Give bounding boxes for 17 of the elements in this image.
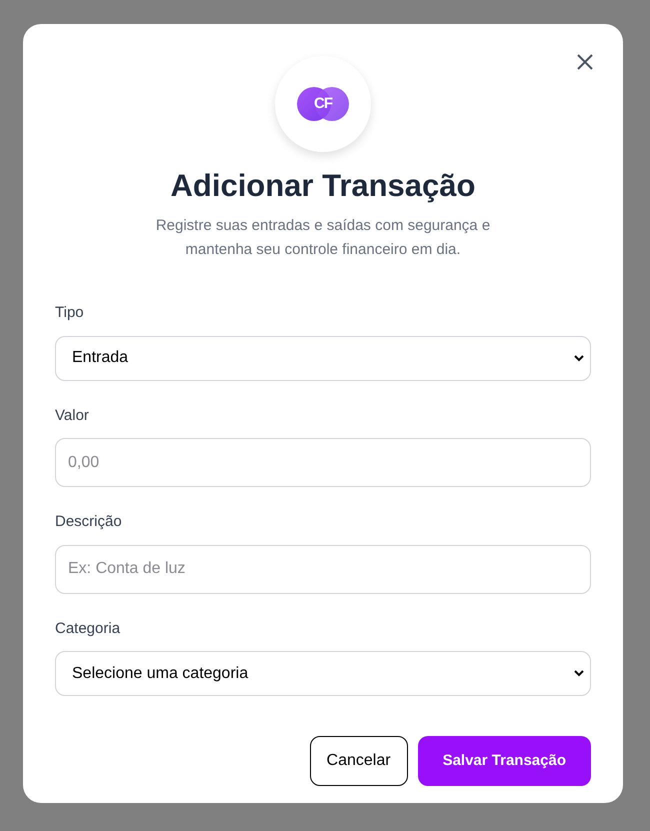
logo-drawing xyxy=(296,86,350,122)
save-button[interactable]: Salvar Transação xyxy=(418,736,591,786)
field-label: Categoria xyxy=(55,618,120,638)
field-label: Tipo xyxy=(55,303,84,323)
input-field[interactable]: 0,00 xyxy=(55,438,591,487)
select-field[interactable]: Entrada xyxy=(55,336,591,380)
dialog-subtitle: Registre suas entradas e saídas com segurança e mantenha seu controle financeiro em dia. xyxy=(154,216,492,260)
dialog-title: Adicionar Transação xyxy=(170,167,476,205)
input-field[interactable]: Ex: Conta de luz xyxy=(55,544,591,594)
field-label: Descrição xyxy=(55,512,122,532)
close-icon xyxy=(577,54,593,70)
chevron-down-icon xyxy=(574,354,584,362)
chevron-down-icon xyxy=(574,670,584,677)
cancel-button[interactable]: Cancelar xyxy=(310,736,408,786)
select-field[interactable]: Selecione uma categoria xyxy=(55,651,591,696)
logo-text: CF xyxy=(314,94,332,114)
field-label: Valor xyxy=(55,406,89,426)
